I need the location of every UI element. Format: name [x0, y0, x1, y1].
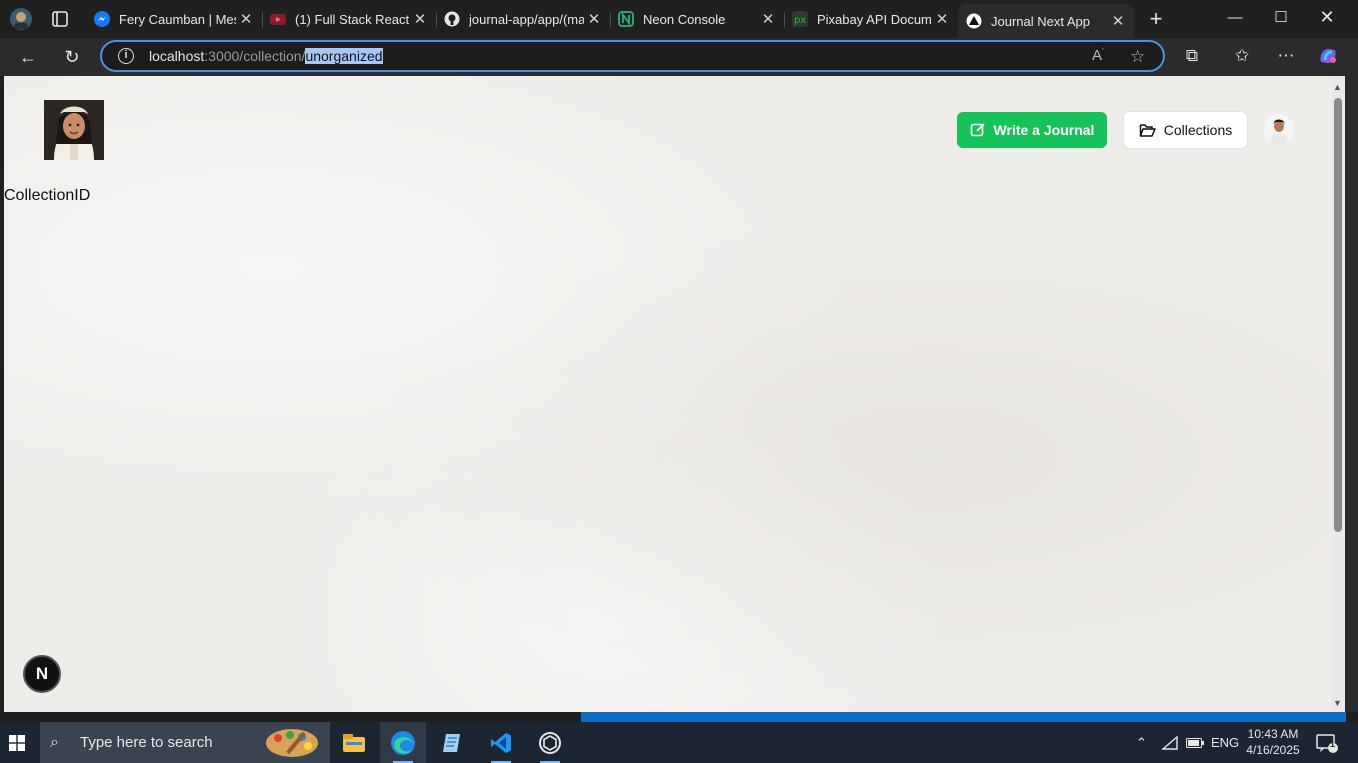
collections-label: Collections	[1163, 122, 1233, 138]
url-text[interactable]: localhost:3000/collection/unorganized	[149, 48, 383, 64]
edge-browser-icon[interactable]	[380, 722, 426, 763]
url-selected-segment: unorganized	[305, 48, 383, 64]
more-menu-icon[interactable]: ⋯	[1274, 46, 1298, 66]
close-window-icon[interactable]: ✕	[1304, 0, 1350, 34]
page-scrollbar[interactable]: ▲ ▼	[1331, 76, 1345, 712]
extensions-icon[interactable]: ⧉	[1180, 46, 1204, 66]
favorites-icon[interactable]: ✩	[1230, 46, 1254, 66]
tab-title: Fery Caumban | Mess	[119, 11, 236, 27]
paint-palette-icon	[266, 729, 318, 757]
scroll-up-icon[interactable]: ▲	[1333, 82, 1342, 92]
profile-avatar-icon[interactable]	[8, 6, 34, 32]
browser-tab[interactable]: px Pixabay API Documer ✕	[784, 4, 958, 34]
folder-open-icon	[1139, 123, 1156, 137]
windows-start-icon[interactable]	[0, 722, 34, 763]
nextjs-dev-indicator[interactable]: N	[23, 655, 61, 693]
background-statusbar	[581, 712, 1346, 722]
tab-title: Neon Console	[643, 11, 726, 27]
battery-icon[interactable]	[1186, 722, 1204, 763]
file-explorer-icon[interactable]	[331, 722, 377, 763]
collections-button[interactable]: Collections	[1124, 112, 1247, 148]
browser-tab-strip: Fery Caumban | Mess ✕ (1) Full Stack Rea…	[0, 0, 1358, 38]
vscode-icon[interactable]	[478, 722, 524, 763]
url-host: localhost	[149, 48, 205, 64]
chatgpt-icon[interactable]	[527, 722, 573, 763]
favorite-star-icon[interactable]: ☆	[1130, 47, 1145, 67]
address-bar[interactable]: i localhost:3000/collection/unorganized …	[100, 40, 1165, 72]
browser-tab-active[interactable]: Journal Next App ✕	[958, 4, 1134, 38]
app-logo[interactable]	[44, 100, 104, 160]
tab-title: Journal Next App	[991, 13, 1091, 29]
tab-title: Pixabay API Documer	[817, 11, 932, 27]
pixabay-icon: px	[792, 11, 808, 27]
site-info-icon[interactable]: i	[118, 48, 134, 64]
tab-title: journal-app/app/(ma	[469, 11, 584, 27]
browser-tab[interactable]: (1) Full Stack React Pr ✕	[262, 4, 437, 34]
tab-close-icon[interactable]: ✕	[410, 10, 430, 28]
scrollbar-thumb[interactable]	[1334, 98, 1342, 532]
write-journal-button[interactable]: Write a Journal	[957, 112, 1107, 148]
page-viewport: Write a Journal Collections CollectionID…	[4, 76, 1331, 712]
collection-id-heading: CollectionID	[4, 187, 91, 204]
search-icon: ⌕	[50, 733, 59, 751]
notification-count: 1	[1330, 739, 1336, 749]
browser-tab[interactable]: journal-app/app/(ma ✕	[436, 4, 611, 34]
youtube-icon	[270, 14, 286, 25]
read-aloud-icon[interactable]: Aʼ	[1092, 47, 1104, 64]
tab-close-icon[interactable]: ✕	[236, 10, 256, 28]
svg-text:px: px	[794, 15, 806, 26]
browser-tab[interactable]: Neon Console ✕	[610, 4, 785, 34]
browser-toolbar: ← ↻ i localhost:3000/collection/unorgani…	[0, 38, 1358, 76]
url-path: :3000/collection/	[204, 48, 306, 64]
tab-close-icon[interactable]: ✕	[758, 10, 778, 28]
neon-icon	[618, 11, 634, 27]
user-avatar[interactable]	[1264, 114, 1294, 144]
back-icon[interactable]: ←	[13, 42, 43, 72]
taskbar-search-box[interactable]: ⌕ Type here to search	[40, 722, 330, 763]
new-tab-icon[interactable]: +	[1143, 6, 1169, 32]
nextjs-dev-indicator-letter: N	[35, 664, 49, 683]
tab-close-icon[interactable]: ✕	[1108, 12, 1128, 30]
browser-tab[interactable]: Fery Caumban | Mess ✕	[86, 4, 263, 34]
nextjs-icon	[966, 13, 982, 29]
scroll-down-icon[interactable]: ▼	[1333, 698, 1342, 708]
github-icon	[444, 11, 460, 27]
network-icon[interactable]	[1162, 722, 1178, 763]
language-indicator[interactable]: ENG	[1211, 722, 1239, 763]
maximize-icon[interactable]: ☐	[1258, 0, 1304, 34]
write-journal-label: Write a Journal	[993, 122, 1095, 138]
notepad-icon[interactable]	[429, 722, 475, 763]
tab-actions-icon[interactable]	[47, 6, 73, 32]
show-hidden-icons-icon[interactable]: ⌃	[1136, 722, 1147, 763]
tab-title: (1) Full Stack React Pr	[295, 11, 410, 27]
tab-close-icon[interactable]: ✕	[932, 10, 952, 28]
taskbar-clock[interactable]: 10:43 AM 4/16/2025	[1240, 726, 1306, 758]
clock-date: 4/16/2025	[1246, 743, 1300, 757]
messenger-icon	[94, 11, 110, 27]
copilot-icon[interactable]	[1316, 46, 1340, 71]
background-window-edge	[1345, 76, 1358, 712]
refresh-icon[interactable]: ↻	[57, 42, 87, 72]
notifications-icon[interactable]: 1	[1316, 722, 1338, 763]
search-placeholder: Type here to search	[80, 734, 213, 751]
clock-time: 10:43 AM	[1247, 727, 1299, 741]
windows-taskbar: ⌕ Type here to search ⌃ ENG 10:43 AM 4/1…	[0, 722, 1358, 763]
pen-square-icon	[970, 123, 985, 137]
tab-close-icon[interactable]: ✕	[584, 10, 604, 28]
minimize-icon[interactable]: —	[1212, 0, 1258, 34]
